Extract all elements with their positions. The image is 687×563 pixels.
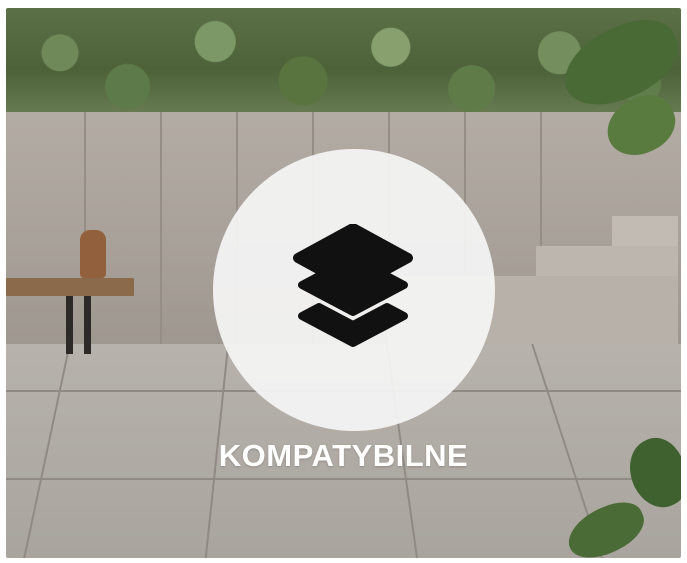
stair-step [536, 246, 678, 276]
statue [80, 230, 106, 278]
bench [6, 278, 134, 296]
feature-card[interactable]: KOMPATYBILNE [6, 8, 681, 558]
feature-title: KOMPATYBILNE [218, 438, 469, 473]
bench-leg [84, 296, 91, 354]
floor-joint [6, 478, 681, 480]
stair-step [612, 216, 678, 246]
wall-seam [160, 112, 162, 356]
bench-leg [66, 296, 73, 354]
layers-icon [293, 224, 413, 347]
